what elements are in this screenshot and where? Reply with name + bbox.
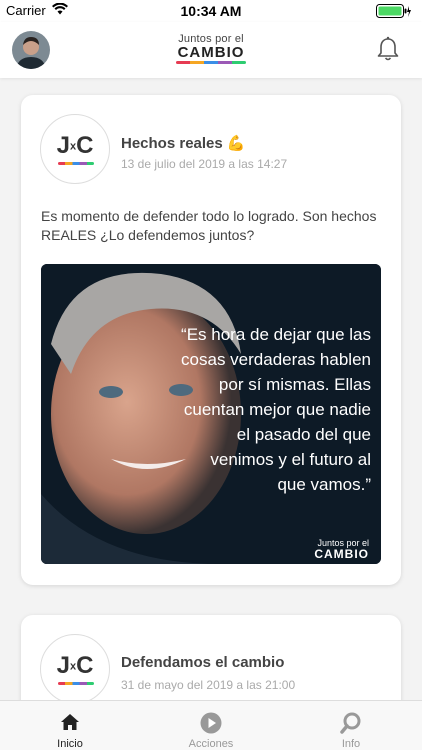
jxc-avatar-text: JxC <box>56 132 94 159</box>
tab-label: Acciones <box>188 738 234 750</box>
bell-icon[interactable] <box>376 36 400 67</box>
post-title: Hechos reales 💪 <box>121 135 246 152</box>
tab-label: Info <box>341 738 361 750</box>
tab-inicio[interactable]: Inicio <box>0 701 140 750</box>
image-quote: “Es hora de dejar que las cosas verdader… <box>181 325 371 494</box>
post-title: Defendamos el cambio <box>121 654 285 671</box>
app-logo: Juntos por el CAMBIO <box>0 33 422 64</box>
tab-info[interactable]: Info <box>281 701 421 750</box>
jxc-avatar-stripe <box>58 682 94 685</box>
battery-icon <box>376 4 412 21</box>
image-logo-line2: CAMBIO <box>314 547 369 561</box>
post-date: 31 de mayo del 2019 a las 21:00 <box>121 678 296 692</box>
post-text: Es momento de defender todo lo logrado. … <box>41 208 377 243</box>
tab-bar: Inicio Acciones Info <box>0 700 422 750</box>
post-date: 13 de julio del 2019 a las 14:27 <box>121 157 288 171</box>
clock: 10:34 AM <box>180 3 242 19</box>
post-card[interactable]: JxC Hechos reales 💪 13 de julio del 2019… <box>21 95 401 585</box>
home-icon <box>58 711 82 738</box>
play-icon <box>199 711 223 740</box>
logo-stripe <box>176 61 246 64</box>
logo-line2: CAMBIO <box>177 44 245 61</box>
search-icon <box>339 711 363 740</box>
post-image[interactable]: “Es hora de dejar que las cosas verdader… <box>41 264 381 564</box>
jxc-avatar: JxC <box>40 634 110 704</box>
tab-acciones[interactable]: Acciones <box>141 701 281 750</box>
tab-label: Inicio <box>57 738 83 750</box>
status-bar: Carrier 10:34 AM <box>0 0 422 22</box>
image-logo: Juntos por el CAMBIO <box>314 538 369 560</box>
jxc-avatar-text: JxC <box>56 652 94 679</box>
app-header: Juntos por el CAMBIO <box>0 22 422 78</box>
jxc-avatar: JxC <box>40 114 110 184</box>
jxc-avatar-stripe <box>58 162 94 165</box>
